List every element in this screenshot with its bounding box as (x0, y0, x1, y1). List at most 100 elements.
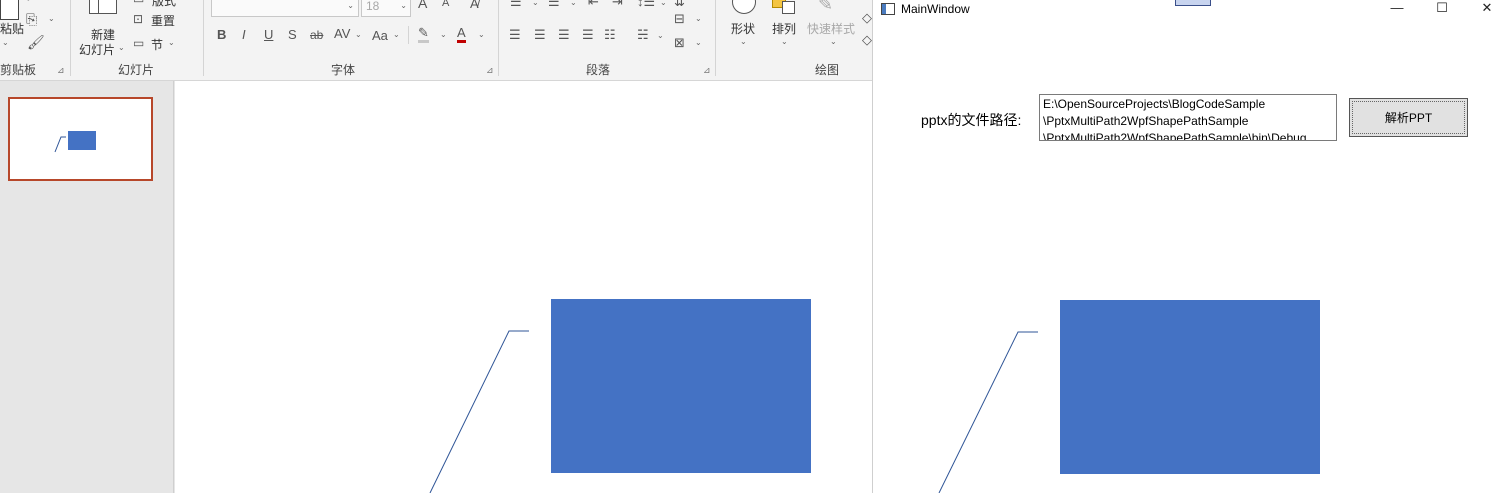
line-spacing-dropdown-icon[interactable]: ⌄ (660, 0, 667, 7)
reset-icon[interactable]: ⊡ (133, 12, 143, 26)
clipboard-group-label: 剪贴板 (0, 63, 37, 77)
align-text-dropdown-icon[interactable]: ⌄ (695, 14, 702, 23)
font-launcher-icon[interactable]: ⊿ (486, 66, 495, 75)
align-right-icon[interactable]: ☰ (558, 27, 570, 43)
grow-font-icon[interactable]: A (418, 0, 427, 11)
align-text-icon[interactable]: ⊟ (674, 11, 685, 27)
align-left-icon[interactable]: ☰ (509, 27, 521, 43)
parsed-line-path (938, 331, 1038, 493)
path-line: E:\OpenSourceProjects\BlogCodeSample (1043, 97, 1266, 111)
underline-button[interactable]: U (264, 27, 273, 42)
italic-button[interactable]: I (242, 27, 246, 42)
line-spacing-icon[interactable]: ↕☰ (637, 0, 655, 10)
numbering-dropdown-icon[interactable]: ⌄ (570, 0, 577, 7)
change-case-dropdown-icon[interactable]: ⌄ (393, 30, 400, 39)
bullets-dropdown-icon[interactable]: ⌄ (532, 0, 539, 7)
section-icon[interactable]: ▭ (133, 36, 144, 50)
bullets-icon[interactable]: ☰ (510, 0, 522, 10)
new-slide-label-line2[interactable]: 幻灯片 (79, 41, 115, 58)
clear-formatting-icon[interactable]: A̸ (470, 0, 479, 11)
maximize-button[interactable]: ☐ (1420, 0, 1464, 18)
freeform-line-shape[interactable] (429, 330, 529, 493)
group-separator (203, 0, 204, 76)
character-spacing-button[interactable]: AV (334, 26, 350, 41)
paste-button-label[interactable]: 粘贴 (0, 20, 24, 37)
title-bar-indicator (1175, 0, 1211, 6)
paste-dropdown-icon[interactable]: ⌄ (2, 38, 9, 47)
text-direction-icon[interactable]: ⇊ (674, 0, 685, 10)
numbering-icon[interactable]: ☰ (548, 0, 560, 10)
parsed-shape-canvas (938, 300, 1320, 493)
justify-icon[interactable]: ☰ (582, 27, 594, 43)
shapes-button-label[interactable]: 形状 (731, 20, 755, 37)
font-group-label: 字体 (331, 63, 356, 77)
minimize-button[interactable]: — (1375, 0, 1419, 18)
thumbnail-rectangle-shape (68, 131, 96, 150)
cut-icon[interactable]: ✂ (27, 0, 35, 5)
path-label: pptx的文件路径: (921, 112, 1022, 128)
reset-button-label[interactable]: 重置 (151, 12, 175, 29)
thumbnail-line-shape (54, 136, 66, 153)
align-center-icon[interactable]: ☰ (534, 27, 546, 43)
copy-icon[interactable]: ⎘ (26, 11, 37, 28)
distributed-icon[interactable]: ☷ (604, 27, 616, 43)
slide-canvas[interactable] (175, 81, 872, 493)
group-separator (715, 0, 716, 76)
smartart-dropdown-icon[interactable]: ⌄ (695, 38, 702, 47)
slide-thumbnail[interactable] (8, 97, 153, 181)
section-dropdown-icon[interactable]: ⌄ (168, 38, 175, 47)
slide-thumbnail-preview (54, 131, 96, 153)
font-name-combo[interactable]: ⌄ (211, 0, 359, 17)
highlight-dropdown-icon[interactable]: ⌄ (440, 30, 447, 39)
increase-indent-icon[interactable]: ⇥ (612, 0, 623, 10)
layout-button-label[interactable]: 版式 (152, 0, 176, 9)
new-slide-icon[interactable] (89, 0, 117, 14)
highlight-icon[interactable]: ✎ (418, 26, 429, 43)
slide-canvas-drawing (429, 299, 811, 493)
columns-icon[interactable]: ☵ (637, 27, 649, 43)
character-spacing-dropdown-icon[interactable]: ⌄ (355, 30, 362, 39)
shrink-font-icon[interactable]: A (442, 0, 449, 9)
font-color-button[interactable]: A (457, 26, 466, 43)
group-separator (498, 0, 499, 76)
paragraph-launcher-icon[interactable]: ⊿ (703, 66, 712, 75)
shapes-dropdown-icon[interactable]: ⌄ (740, 37, 747, 46)
change-case-button[interactable]: Aa (372, 28, 388, 43)
shape-fill-icon[interactable]: ◇ (862, 10, 872, 26)
strikethrough-button[interactable]: ab (310, 28, 323, 42)
new-slide-dropdown-icon[interactable]: ⌄ (118, 43, 125, 52)
font-size-combo[interactable]: 18 ⌄ (361, 0, 411, 17)
columns-dropdown-icon[interactable]: ⌄ (657, 31, 664, 40)
shape-outline-icon[interactable]: ◇ (862, 32, 872, 48)
path-input[interactable]: E:\OpenSourceProjects\BlogCodeSample \Pp… (1039, 94, 1337, 141)
paste-icon[interactable] (0, 0, 19, 20)
smartart-icon[interactable]: ⊠ (674, 35, 685, 51)
section-button-label[interactable]: 节 (151, 36, 163, 53)
decrease-indent-icon[interactable]: ⇤ (588, 0, 599, 10)
shapes-icon[interactable] (732, 0, 756, 14)
window-title: MainWindow (901, 2, 970, 16)
parse-ppt-button-label: 解析PPT (1384, 111, 1433, 125)
window-app-icon (881, 3, 895, 15)
format-painter-icon[interactable]: 🖌 (27, 34, 45, 51)
clipboard-launcher-icon[interactable]: ⊿ (57, 66, 66, 75)
parsed-rectangle-path (1060, 300, 1320, 474)
quick-styles-icon[interactable]: ✎ (818, 0, 833, 15)
arrange-icon[interactable] (772, 0, 795, 14)
quick-styles-button-label[interactable]: 快速样式 (807, 20, 855, 37)
layout-icon[interactable]: ▭ (133, 0, 144, 6)
path-line: \PptxMultiPath2WpfShapePathSample (1043, 114, 1249, 128)
arrange-dropdown-icon[interactable]: ⌄ (781, 37, 788, 46)
rectangle-shape[interactable] (551, 299, 811, 473)
copy-dropdown-icon[interactable]: ⌄ (48, 14, 55, 23)
shadow-button[interactable]: S (288, 27, 297, 42)
quick-styles-dropdown-icon[interactable]: ⌄ (830, 37, 837, 46)
bold-button[interactable]: B (217, 27, 226, 42)
drawing-group-label: 绘图 (815, 63, 840, 77)
font-size-value: 18 (366, 0, 380, 13)
close-button[interactable]: ✕ (1465, 0, 1509, 18)
font-color-dropdown-icon[interactable]: ⌄ (478, 30, 485, 39)
parse-ppt-button[interactable]: 解析PPT (1349, 98, 1468, 137)
ribbon: 粘贴 ⌄ ✂ ⎘ ⌄ 🖌 剪贴板 ⊿ 新建 幻灯片 ⌄ ▭ 版式 ⊡ 重置 ▭ … (0, 0, 872, 81)
arrange-button-label[interactable]: 排列 (772, 20, 796, 37)
